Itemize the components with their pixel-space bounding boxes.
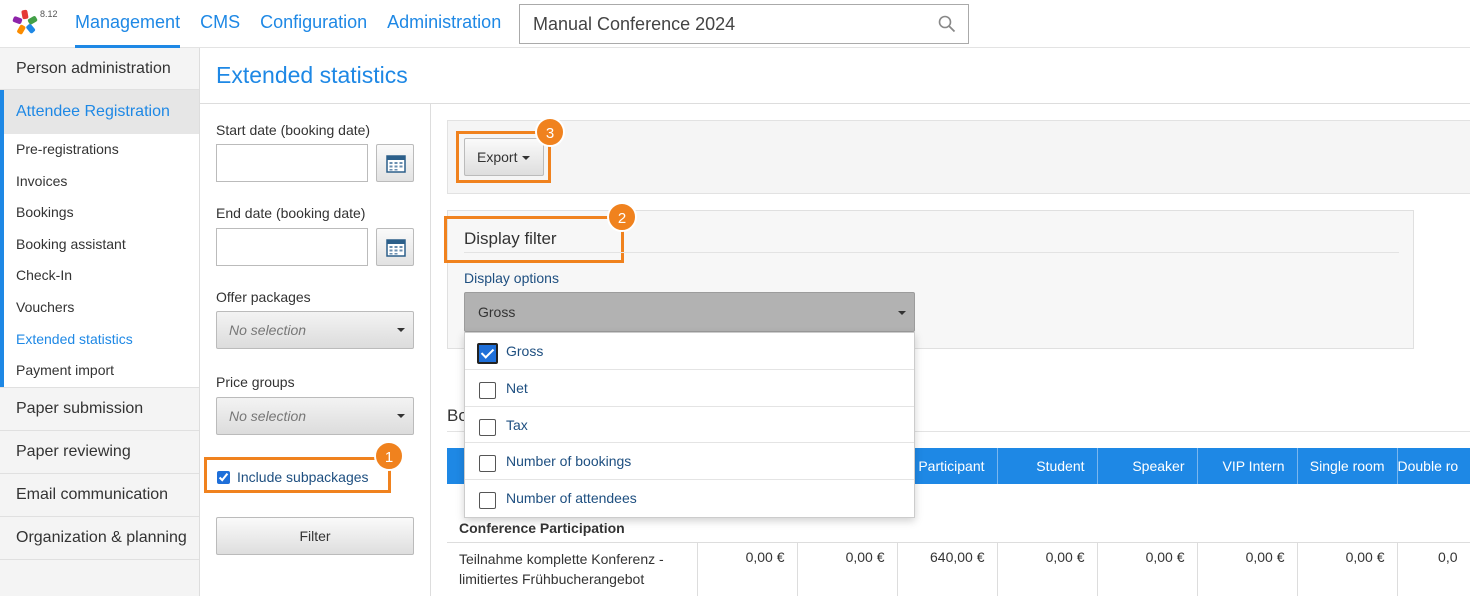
display-options-select[interactable]: Gross: [464, 292, 915, 332]
topnav-management[interactable]: Management: [75, 0, 181, 48]
option-net[interactable]: Net: [465, 370, 914, 407]
option-label: Number of bookings: [506, 453, 632, 470]
topnav-cms[interactable]: CMS: [200, 0, 240, 48]
sidebar-item-organization-planning[interactable]: Organization & planning: [0, 517, 199, 560]
table-cell: 0,00 €: [697, 542, 798, 596]
export-panel: [447, 120, 1470, 194]
chevron-down-icon: [397, 328, 405, 332]
topnav-administration[interactable]: Administration: [387, 0, 501, 48]
sidebar-item-attendee-registration[interactable]: Attendee Registration: [4, 90, 199, 134]
sidebar-more-items: Paper submission Paper reviewing Email c…: [0, 386, 199, 560]
table-cell: 640,00 €: [897, 542, 998, 596]
offer-packages-label: Offer packages: [216, 289, 311, 305]
include-subpackages-checkbox[interactable]: [217, 471, 230, 484]
include-subpackages-highlight: Include subpackages: [204, 457, 391, 493]
sidebar-item-check-in[interactable]: Check-In: [4, 260, 199, 292]
table-cell: 0,00 €: [797, 542, 898, 596]
column-header-single-room[interactable]: Single room: [1297, 448, 1398, 484]
step-badge-1: 1: [374, 441, 404, 471]
include-subpackages-label[interactable]: Include subpackages: [237, 469, 369, 485]
start-date-calendar-button[interactable]: [376, 144, 414, 182]
page-title: Extended statistics: [216, 62, 408, 88]
option-number-of-attendees[interactable]: Number of attendees: [465, 480, 914, 517]
chevron-down-icon: [397, 414, 405, 418]
topnav-configuration[interactable]: Configuration: [260, 0, 367, 48]
event-selector[interactable]: [519, 4, 969, 44]
chevron-down-icon: [522, 156, 530, 160]
option-tax[interactable]: Tax: [465, 407, 914, 444]
column-header-speaker[interactable]: Speaker: [1097, 448, 1198, 484]
top-navigation: Management CMS Configuration Administrat…: [75, 0, 521, 48]
start-date-label: Start date (booking date): [216, 122, 371, 138]
checkbox-icon[interactable]: [479, 418, 496, 436]
price-groups-select[interactable]: No selection: [216, 397, 414, 435]
option-gross[interactable]: Gross: [465, 333, 914, 370]
app-logo-icon[interactable]: [10, 8, 44, 38]
end-date-input[interactable]: [216, 228, 368, 266]
filter-panel: Start date (booking date) End date (book…: [200, 104, 431, 596]
column-header-double-room[interactable]: Double ro: [1397, 448, 1470, 484]
column-header-vip-intern[interactable]: VIP Intern: [1197, 448, 1298, 484]
display-options-label: Display options: [464, 270, 559, 286]
sidebar-item-pre-registrations[interactable]: Pre-registrations: [4, 134, 199, 166]
table-cell: 0,00 €: [997, 542, 1098, 596]
sidebar-item-invoices[interactable]: Invoices: [4, 166, 199, 198]
calendar-icon: [386, 155, 406, 173]
sidebar-item-paper-reviewing[interactable]: Paper reviewing: [0, 431, 199, 474]
option-label: Number of attendees: [506, 490, 637, 507]
option-label: Tax: [506, 416, 528, 433]
sidebar-item-booking-assistant[interactable]: Booking assistant: [4, 229, 199, 261]
end-date-label: End date (booking date): [216, 205, 366, 221]
offer-packages-select[interactable]: No selection: [216, 311, 414, 349]
table-cell: 0,0: [1397, 542, 1470, 596]
top-bar: 8.12 Management CMS Configuration Admini…: [0, 0, 1470, 48]
end-date-calendar-button[interactable]: [376, 228, 414, 266]
checkbox-icon[interactable]: [479, 381, 496, 399]
table-cell: 0,00 €: [1097, 542, 1198, 596]
sidebar-item-bookings[interactable]: Bookings: [4, 197, 199, 229]
sidebar: Person administration Attendee Registrat…: [0, 48, 200, 596]
option-label: Net: [506, 379, 528, 396]
price-groups-label: Price groups: [216, 374, 295, 390]
price-groups-value: No selection: [229, 408, 307, 424]
sidebar-item-paper-submission[interactable]: Paper submission: [0, 388, 199, 431]
display-options-dropdown: Gross Net Tax Number of bookings Number …: [464, 332, 915, 518]
chevron-down-icon: [898, 311, 906, 315]
start-date-input[interactable]: [216, 144, 368, 182]
step-badge-2: 2: [607, 202, 637, 232]
export-label: Export: [477, 149, 518, 165]
sidebar-item-extended-statistics[interactable]: Extended statistics: [4, 324, 199, 356]
sidebar-item-vouchers[interactable]: Vouchers: [4, 292, 199, 324]
sidebar-item-email-communication[interactable]: Email communication: [0, 474, 199, 517]
row-name: Teilnahme komplette Konferenz - limitier…: [447, 542, 698, 596]
display-options-value: Gross: [478, 304, 516, 320]
sidebar-item-payment-import[interactable]: Payment import: [4, 355, 199, 387]
column-header-student[interactable]: Student: [997, 448, 1098, 484]
option-label: Gross: [506, 343, 544, 359]
divider: [464, 252, 1399, 253]
search-icon[interactable]: [938, 15, 956, 33]
offer-packages-value: No selection: [229, 322, 307, 338]
table-row: Teilnahme komplette Konferenz - limitier…: [447, 542, 1470, 596]
export-dropdown-button[interactable]: Export: [464, 138, 544, 176]
display-filter-title: Display filter: [464, 229, 557, 248]
checkbox-icon[interactable]: [479, 492, 496, 510]
checkbox-checked-icon[interactable]: [477, 343, 498, 364]
table-cell: 0,00 €: [1297, 542, 1398, 596]
filter-button[interactable]: Filter: [216, 517, 414, 555]
version-label: 8.12: [40, 9, 58, 19]
table-cell: 0,00 €: [1197, 542, 1298, 596]
step-badge-3: 3: [535, 117, 565, 147]
sidebar-group-attendee-registration: Attendee Registration Pre-registrations …: [0, 90, 199, 387]
calendar-icon: [386, 239, 406, 257]
checkbox-icon[interactable]: [479, 455, 496, 473]
sidebar-item-person-administration[interactable]: Person administration: [0, 48, 199, 90]
option-number-of-bookings[interactable]: Number of bookings: [465, 443, 914, 481]
event-search-input[interactable]: [520, 5, 920, 43]
